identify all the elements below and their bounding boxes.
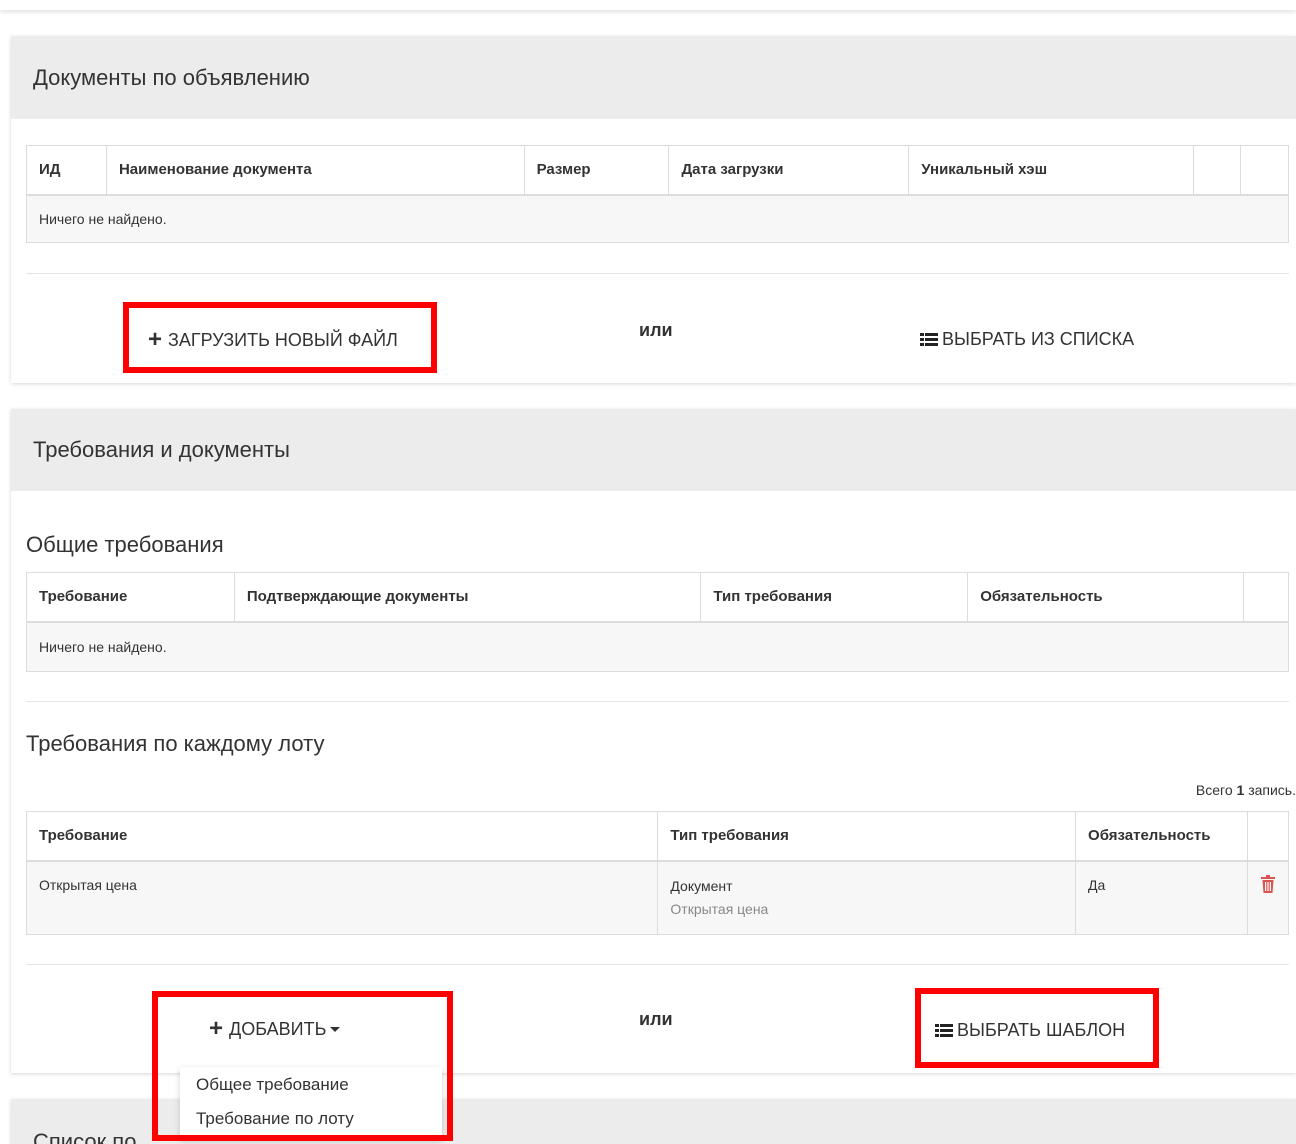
requirements-panel-title: Требования и документы — [33, 437, 290, 462]
per-lot-requirements-table: Требование Тип требования Обязательность… — [25, 811, 1289, 935]
empty-text: Ничего не найдено. — [39, 638, 167, 655]
list-icon — [935, 1023, 953, 1038]
or-text: или — [639, 320, 673, 340]
col-empty-1 — [1193, 145, 1241, 196]
add-label: ДОБАВИТЬ — [229, 1018, 327, 1039]
caret-down-icon — [330, 1026, 341, 1032]
choose-from-list-button[interactable]: ВЫБРАТЬ ИЗ СПИСКА — [920, 329, 1134, 350]
requirements-panel: Требования и документы Общие требования … — [11, 409, 1296, 1073]
choose-from-list-label: ВЫБРАТЬ ИЗ СПИСКА — [942, 329, 1135, 349]
table-row: Открытая цена Документ Открытая цена Да — [25, 860, 1289, 935]
per-lot-requirements-title: Требования по каждому лоту — [26, 731, 325, 756]
requirement-type-sub: Открытая цена — [670, 900, 769, 917]
plus-icon: + — [148, 326, 163, 353]
empty-row: Ничего не найдено. — [26, 621, 1289, 672]
participants-panel-title: Список по — [33, 1129, 137, 1144]
total-count: 1 — [1236, 782, 1245, 798]
empty-text: Ничего не найдено. — [39, 210, 167, 227]
empty-row: Ничего не найдено. — [26, 194, 1289, 243]
documents-panel: Документы по объявлению ИД Наименование … — [11, 36, 1296, 383]
upload-file-label: ЗАГРУЗИТЬ НОВЫЙ ФАЙЛ — [168, 329, 398, 350]
list-icon — [920, 332, 938, 347]
dropdown-item-lot-requirement[interactable]: Требование по лоту — [180, 1101, 442, 1136]
total-records: Всего 1 запись. — [1196, 782, 1296, 798]
col-mandatory[interactable]: Обязательность — [967, 572, 1244, 623]
documents-panel-title: Документы по объявлению — [33, 64, 310, 90]
documents-panel-header: Документы по объявлению — [11, 36, 1296, 119]
col-requirement[interactable]: Требование — [26, 572, 235, 623]
cell-type: Документ Открытая цена — [657, 860, 1077, 935]
divider — [26, 273, 1289, 274]
col-size[interactable]: Размер — [523, 145, 670, 196]
requirements-panel-header: Требования и документы — [11, 409, 1296, 491]
choose-template-button[interactable]: ВЫБРАТЬ ШАБЛОН — [935, 1020, 1125, 1041]
cell-mandatory: Да — [1075, 860, 1248, 935]
col-empty-2 — [1239, 145, 1290, 196]
col-actions — [1243, 572, 1289, 623]
cell-actions — [1247, 860, 1289, 935]
top-edge — [0, 0, 1296, 10]
col-requirement-type[interactable]: Тип требования — [700, 572, 969, 623]
cell-requirement: Открытая цена — [25, 860, 659, 935]
col-actions — [1247, 811, 1289, 862]
upload-file-button[interactable]: + ЗАГРУЗИТЬ НОВЫЙ ФАЙЛ — [148, 326, 398, 354]
requirement-type: Документ — [670, 877, 733, 894]
divider — [26, 701, 1289, 702]
col-id[interactable]: ИД — [26, 145, 107, 196]
general-requirements-title: Общие требования — [26, 532, 224, 557]
dropdown-item-general-requirement[interactable]: Общее требование — [180, 1067, 442, 1102]
choose-template-label: ВЫБРАТЬ ШАБЛОН — [957, 1020, 1126, 1040]
col-hash[interactable]: Уникальный хэш — [908, 145, 1195, 196]
total-prefix: Всего — [1195, 782, 1233, 798]
divider — [26, 964, 1289, 965]
col-requirement[interactable]: Требование — [25, 811, 659, 862]
general-requirements-table: Требование Подтверждающие документы Тип … — [26, 572, 1289, 672]
add-dropdown-menu: Общее требование Требование по лоту — [180, 1067, 442, 1139]
trash-icon[interactable] — [1261, 874, 1275, 893]
mandatory-value: Да — [1088, 876, 1106, 893]
col-supporting-docs[interactable]: Подтверждающие документы — [233, 572, 702, 623]
requirement-name: Открытая цена — [39, 876, 137, 893]
col-doc-name[interactable]: Наименование документа — [105, 145, 525, 196]
col-upload-date[interactable]: Дата загрузки — [668, 145, 910, 196]
total-suffix: запись. — [1248, 782, 1296, 798]
add-button[interactable]: + ДОБАВИТЬ — [209, 1015, 341, 1043]
col-mandatory[interactable]: Обязательность — [1075, 811, 1248, 862]
col-requirement-type[interactable]: Тип требования — [657, 811, 1077, 862]
documents-table: ИД Наименование документа Размер Дата за… — [26, 145, 1290, 243]
plus-icon: + — [209, 1015, 224, 1042]
or-text: или — [639, 1009, 673, 1029]
